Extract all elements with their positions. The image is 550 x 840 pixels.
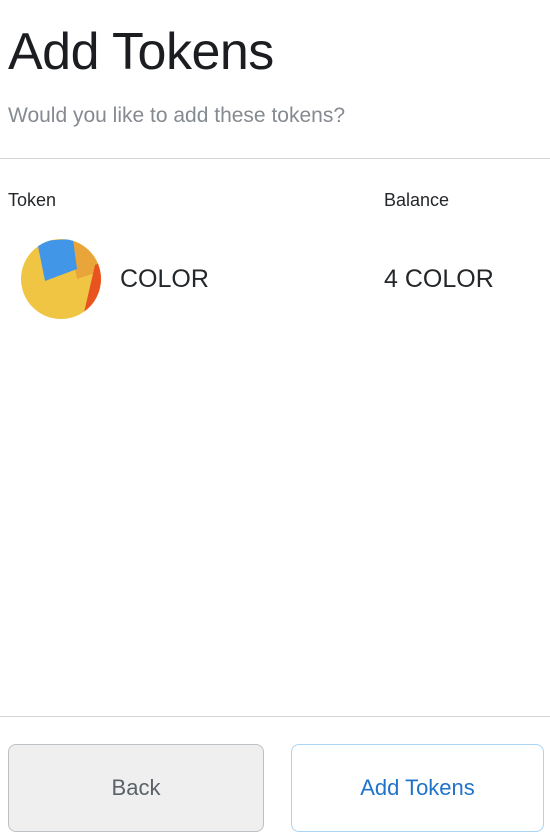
- footer-divider: [0, 716, 550, 717]
- token-balance: 4 COLOR: [384, 265, 494, 293]
- back-button[interactable]: Back: [8, 744, 264, 832]
- add-tokens-button[interactable]: Add Tokens: [291, 744, 544, 832]
- jazzicon-avatar-icon: [21, 239, 101, 319]
- token-symbol: COLOR: [120, 265, 209, 293]
- page-subtitle: Would you like to add these tokens?: [8, 104, 345, 127]
- token-row: COLOR 4 COLOR: [0, 236, 550, 322]
- page-title: Add Tokens: [8, 23, 274, 81]
- column-header-token: Token: [8, 190, 57, 210]
- column-header-balance: Balance: [384, 190, 450, 210]
- header-divider: [0, 158, 550, 159]
